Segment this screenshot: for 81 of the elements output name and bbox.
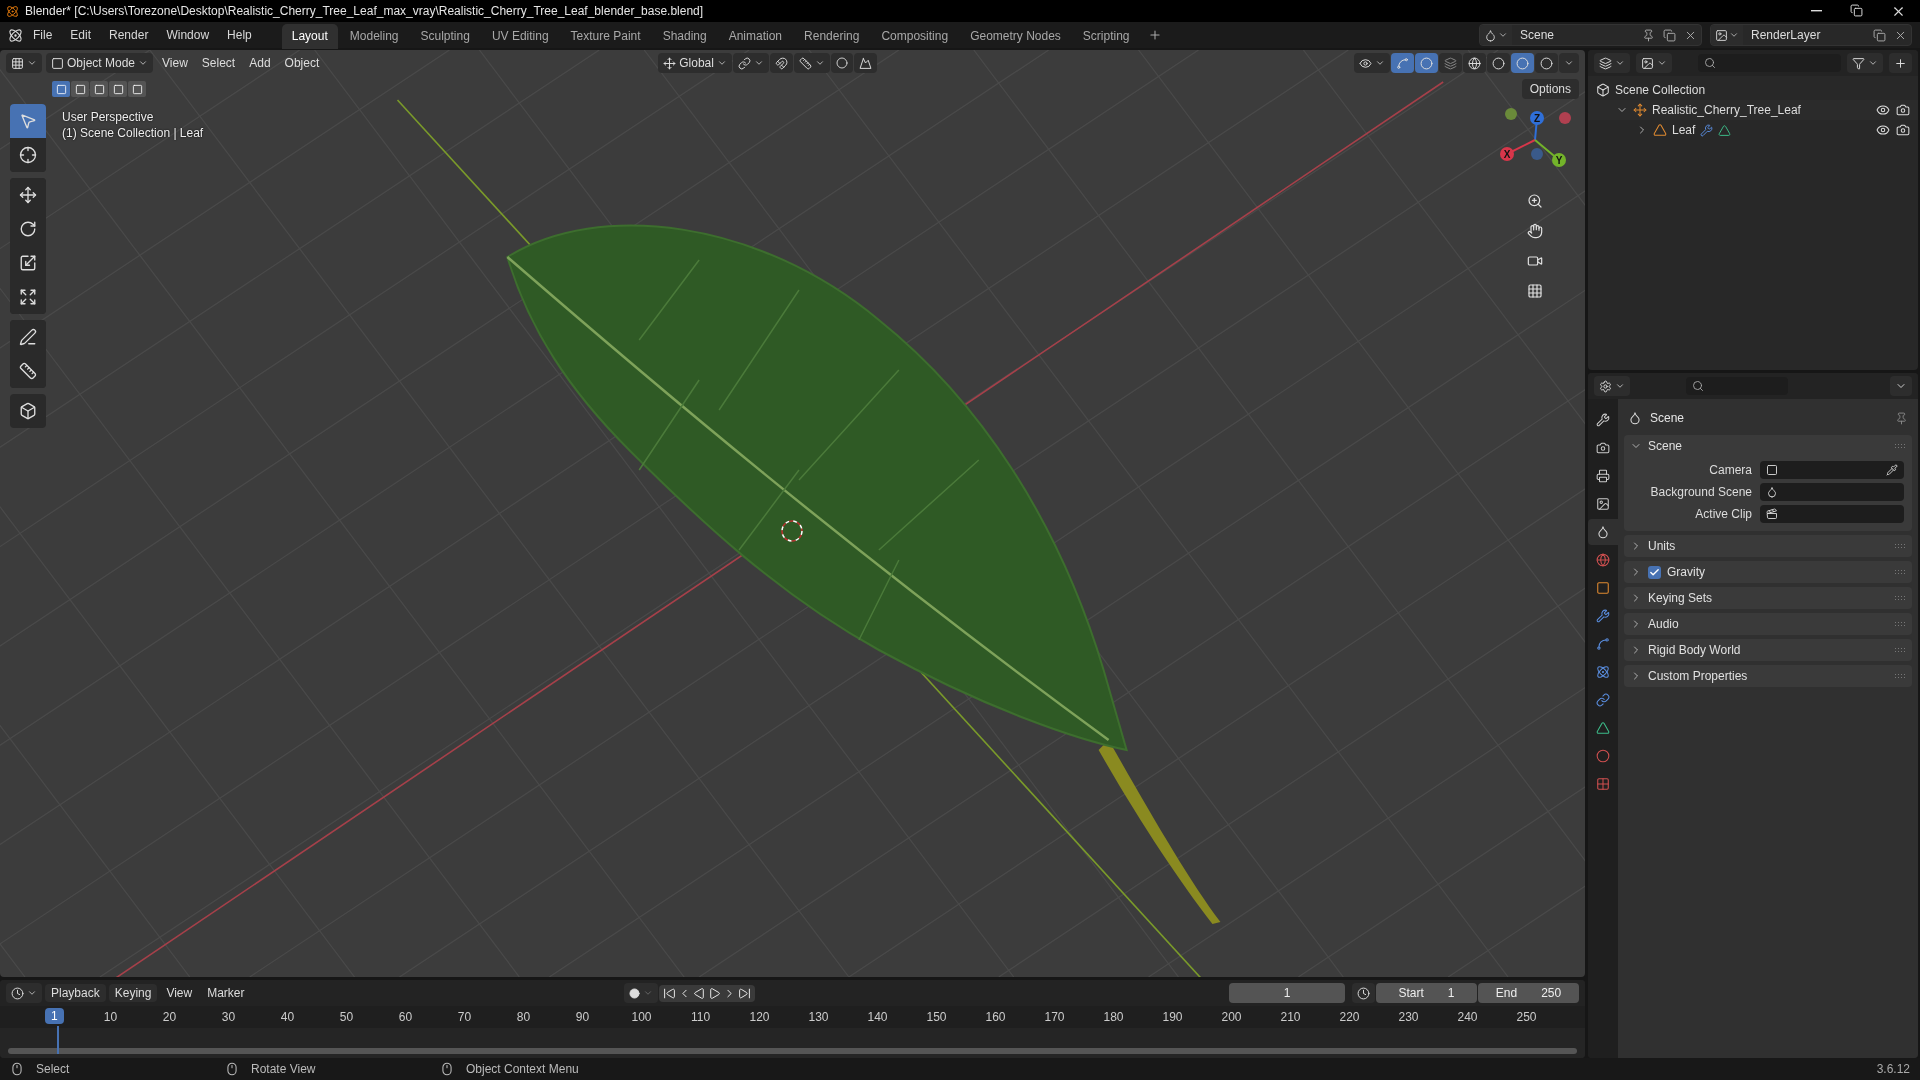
workspace-tab[interactable]: Modeling [339,24,409,49]
mode-dropdown[interactable]: Object Mode [46,53,154,73]
field-label: Background Scene [1649,485,1752,499]
workspace-tab[interactable]: Compositing [871,24,959,49]
frame-number: 130 [807,1010,830,1024]
frame-number: 210 [1279,1010,1302,1024]
frame-number: 50 [338,1010,355,1024]
status-hint: Object Context Menu [466,1062,579,1076]
frame-number: 10 [102,1010,119,1024]
workspace-tab[interactable]: Texture Paint [560,24,651,49]
frame-number: 80 [515,1010,532,1024]
frame-number: 70 [456,1010,473,1024]
frame-number: 60 [397,1010,414,1024]
frame-number: 220 [1338,1010,1361,1024]
workspace-tab[interactable]: Shading [652,24,717,49]
outliner-item[interactable]: Leaf [1672,123,1696,137]
current-frame-field[interactable]: 1 [1229,983,1345,1003]
workspace-tab[interactable]: Sculpting [410,24,480,49]
panel-title[interactable]: Units [1648,539,1676,553]
axis-label: Y [1555,155,1563,166]
options-dropdown[interactable]: Options [1521,79,1579,99]
orientation-dropdown[interactable]: Global [658,53,732,73]
frame-number: 110 [689,1010,712,1024]
frame-number: 240 [1456,1010,1479,1024]
frame-number: 190 [1161,1010,1184,1024]
menu-item[interactable]: Marker [201,984,251,1002]
panel-title[interactable]: Scene [1648,439,1683,453]
frame-number: 180 [1102,1010,1125,1024]
frame-number: 90 [574,1010,591,1024]
field-label: Active Clip [1694,507,1752,521]
menu-item[interactable]: View [160,984,199,1002]
menu-item[interactable]: Edit [62,25,100,45]
axis-label: X [1503,149,1511,160]
frame-number: 120 [748,1010,771,1024]
frame-number: 230 [1397,1010,1420,1024]
menu-item[interactable]: Help [219,25,260,45]
context-title: Scene [1650,411,1685,425]
frame-number: 160 [984,1010,1007,1024]
outliner-item[interactable]: Realistic_Cherry_Tree_Leaf [1652,103,1801,117]
frame-number: 250 [1515,1010,1538,1024]
frame-number: 100 [630,1010,653,1024]
frame-number: 30 [220,1010,237,1024]
frame-number: 150 [925,1010,948,1024]
end-frame-field[interactable]: End 250 [1478,983,1579,1003]
status-hint: Rotate View [251,1062,316,1076]
workspace-tab[interactable]: Rendering [794,24,870,49]
outliner-item[interactable]: Scene Collection [1615,83,1706,97]
window-title: Blender* [C:\Users\Torezone\Desktop\Realistic_Cherry_Tree_Leaf_max_vray\Realistic_Cherry_Tree_Leaf_blender_base.blend] [25,4,704,18]
status-hint: Select [36,1062,70,1076]
panel-title[interactable]: Custom Properties [1648,669,1748,683]
viewport-info-text: (1) Scene Collection | Leaf [62,126,204,140]
viewport-info-text: User Perspective [62,110,155,124]
menu-item[interactable]: Playback [45,984,106,1002]
menu-item[interactable]: File [25,25,61,45]
menu-item[interactable]: Object [279,53,325,73]
axis-label: Z [1533,113,1541,124]
frame-number: 20 [161,1010,178,1024]
panel-title[interactable]: Keying Sets [1648,591,1713,605]
workspace-tab[interactable]: Geometry Nodes [960,24,1071,49]
version-label: 3.6.12 [1876,1062,1910,1076]
frame-number: 140 [866,1010,889,1024]
workspace-tab[interactable]: Animation [718,24,793,49]
workspace-tab[interactable]: Layout [281,24,338,49]
frame-number: 40 [279,1010,296,1024]
menu-item[interactable]: Add [244,53,276,73]
menu-item[interactable]: Keying [108,984,158,1002]
menu-item[interactable]: Render [101,25,157,45]
panel-title[interactable]: Rigid Body World [1648,643,1741,657]
playhead-frame-badge[interactable]: 1 [45,1008,64,1024]
workspace-tab[interactable]: Scripting [1072,24,1140,49]
frame-number: 200 [1220,1010,1243,1024]
workspace-tab[interactable]: UV Editing [481,24,559,49]
frame-number: 170 [1043,1010,1066,1024]
menu-item[interactable]: Window [158,25,218,45]
3d-viewport[interactable]: Object Mode View Select Add Object Global Options User Perspective (1) Scene Collection | Leaf Z X Y [0,50,1585,977]
field-label: Camera [1708,463,1752,477]
panel-title[interactable]: Audio [1648,617,1679,631]
start-frame-field[interactable]: Start 1 [1376,983,1477,1003]
panel-title[interactable]: Gravity [1667,565,1705,579]
menu-item[interactable]: Select [196,53,241,73]
menu-item[interactable]: View [157,53,193,73]
